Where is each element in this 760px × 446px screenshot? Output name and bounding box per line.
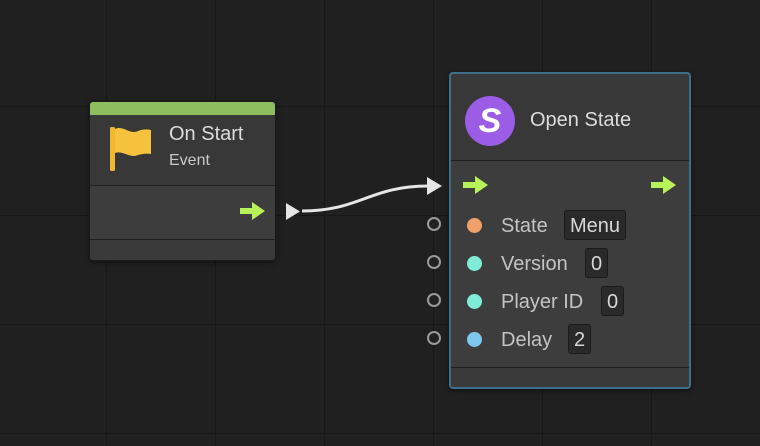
delay-value-field[interactable]: 2	[568, 324, 592, 354]
player-id-value-field[interactable]: 0	[601, 286, 625, 316]
state-value-field[interactable]: Menu	[564, 210, 627, 240]
input-label: Delay	[501, 329, 553, 351]
input-label: Version	[501, 253, 568, 275]
player-id-port-dot	[467, 294, 482, 309]
version-input-port[interactable]	[427, 255, 441, 269]
state-port-dot	[467, 218, 482, 233]
on-start-node[interactable]: On Start Event	[89, 101, 276, 261]
on-start-footer	[90, 240, 275, 260]
flag-icon	[110, 127, 151, 171]
player-id-input-port[interactable]	[427, 293, 441, 307]
state-s-icon: S	[465, 96, 515, 146]
flow-output-arrow-icon[interactable]	[240, 202, 266, 220]
flow-output-port-triangle	[286, 203, 300, 220]
input-row-version: Version 0	[451, 247, 689, 281]
input-row-delay: Delay 2	[451, 323, 689, 357]
input-row-player-id: Player ID 0	[451, 285, 689, 319]
delay-input-port[interactable]	[427, 331, 441, 345]
input-label: Player ID	[501, 291, 584, 313]
input-label: State	[501, 215, 548, 237]
open-state-body: State Menu Version 0 Player ID 0 Delay 2	[451, 161, 689, 368]
version-value-field[interactable]: 0	[585, 248, 609, 278]
open-state-header[interactable]: S Open State	[451, 74, 689, 161]
input-row-state: State Menu	[451, 209, 689, 243]
node-title: On Start	[169, 123, 244, 145]
version-port-dot	[467, 256, 482, 271]
open-state-node[interactable]: S Open State State Menu Version 0 Player…	[449, 72, 691, 389]
on-start-body	[90, 186, 275, 240]
node-subtitle: Event	[169, 152, 210, 169]
on-start-header[interactable]: On Start Event	[90, 115, 275, 186]
delay-port-dot	[467, 332, 482, 347]
flow-output-arrow-icon[interactable]	[651, 176, 677, 194]
open-state-footer	[451, 368, 689, 387]
flow-input-arrow-icon[interactable]	[463, 176, 489, 194]
flow-input-port-triangle	[427, 177, 442, 195]
state-input-port[interactable]	[427, 217, 441, 231]
on-start-accent-bar	[90, 102, 275, 115]
node-title: Open State	[530, 109, 632, 131]
